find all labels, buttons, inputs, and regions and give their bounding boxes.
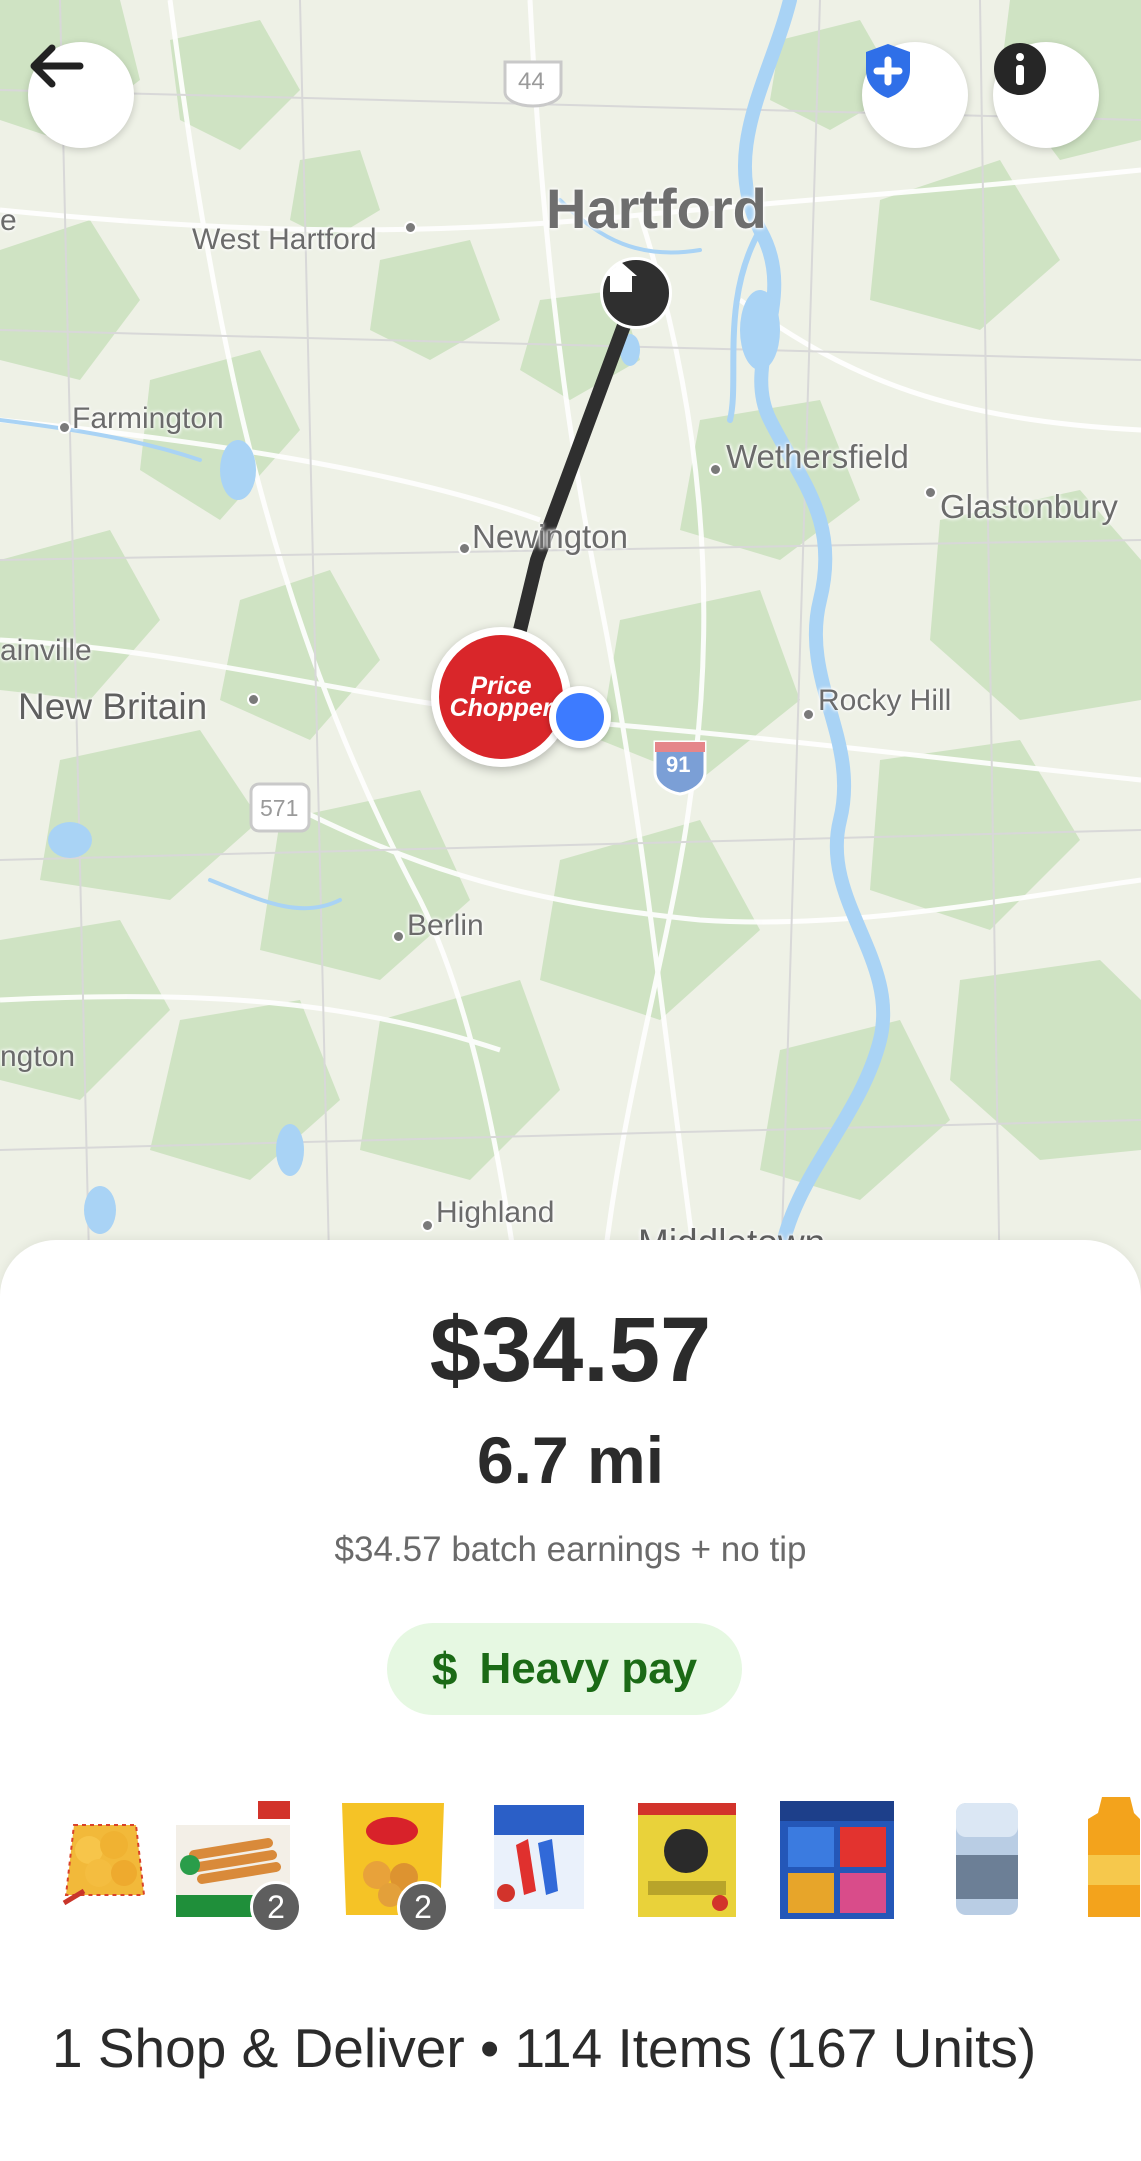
store-name-line2: Chopper [449, 694, 553, 722]
route-571-label: 571 [260, 795, 299, 821]
map-dot-west-hartford [404, 221, 417, 234]
map-dot-wethersfield [709, 463, 722, 476]
store-pin[interactable]: Price Chopper [431, 627, 571, 767]
map-label-newington: Newington [472, 518, 628, 555]
shield-plus-icon [866, 44, 910, 98]
arrow-left-icon [30, 44, 84, 88]
offer-distance: 6.7 mi [476, 1423, 665, 1497]
map-dot-newington [458, 542, 471, 555]
map-view[interactable]: 44 91 571 Hartford West Hartford Farming… [0, 0, 1141, 1300]
item-thumbnail[interactable]: 2 [332, 1795, 454, 1933]
salt-canister-image [956, 1803, 1018, 1915]
map-label-new-britain: New Britain [18, 686, 208, 727]
oranges-bag-image [62, 1824, 146, 1906]
map-dot-berlin [392, 930, 405, 943]
back-button[interactable] [28, 42, 134, 148]
item-thumbnails[interactable]: 2 2 [0, 1795, 1141, 1935]
dollar-icon: $ [431, 1643, 458, 1695]
item-quantity-badge: 2 [397, 1881, 449, 1933]
map-label-berlin: Berlin [407, 909, 484, 942]
orange-juice-image [1088, 1797, 1140, 1917]
batch-summary: 1 Shop & Deliver • 114 Items (167 Units) [52, 2017, 1037, 2079]
route-44-label: 44 [518, 68, 545, 95]
map-label-southington: ngton [0, 1040, 76, 1073]
item-thumbnail[interactable] [476, 1795, 598, 1925]
batch-offer-screen: 44 91 571 Hartford West Hartford Farming… [0, 0, 1141, 2161]
map-dot-new-britain [247, 693, 260, 706]
offer-price: $34.57 [429, 1299, 712, 1401]
map-label-hartford: Hartford [546, 177, 767, 240]
home-destination-pin[interactable] [600, 257, 672, 329]
route-91-label: 91 [666, 752, 691, 777]
map-label-farmington: Farmington [72, 402, 224, 435]
price-chopper-logo: Price Chopper [439, 635, 563, 759]
heavy-pay-label: Heavy pay [479, 1644, 698, 1693]
info-button[interactable] [993, 42, 1099, 148]
map-label-glastonbury: Glastonbury [940, 488, 1118, 525]
safety-button[interactable] [862, 42, 968, 148]
item-thumbnail[interactable] [926, 1795, 1048, 1925]
item-thumbnail[interactable] [776, 1795, 898, 1925]
home-icon [605, 262, 637, 292]
heavy-pay-badge: $ Heavy pay [387, 1623, 742, 1715]
current-location-dot [549, 686, 611, 748]
map-label-rocky-hill: Rocky Hill [818, 684, 952, 717]
item-quantity-badge: 2 [250, 1881, 302, 1933]
map-dot-farmington [58, 421, 71, 434]
map-label-wethersfield: Wethersfield [726, 438, 909, 475]
map-dot-glastonbury [924, 486, 937, 499]
item-thumbnail[interactable] [1080, 1795, 1141, 1925]
bomb-pop-image [494, 1805, 584, 1909]
lemonade-mix-image [638, 1803, 736, 1917]
map-label-west-hartford: West Hartford [192, 223, 377, 256]
map-dot-highland [421, 1219, 434, 1232]
map-label-plainville: ainville [0, 634, 92, 667]
item-thumbnail[interactable]: 2 [172, 1795, 302, 1933]
map-label-edge: e [0, 204, 17, 237]
batch-offer-sheet: $34.57 6.7 mi $34.57 batch earnings + no… [0, 1240, 1141, 2161]
item-thumbnail[interactable] [626, 1795, 748, 1925]
map-dot-rocky-hill [802, 708, 815, 721]
map-label-highland: Highland [436, 1196, 555, 1229]
info-icon [994, 43, 1046, 95]
item-thumbnail[interactable] [44, 1795, 166, 1925]
earnings-note: $34.57 batch earnings + no tip [334, 1530, 807, 1569]
snack-variety-pack-image [780, 1801, 894, 1919]
